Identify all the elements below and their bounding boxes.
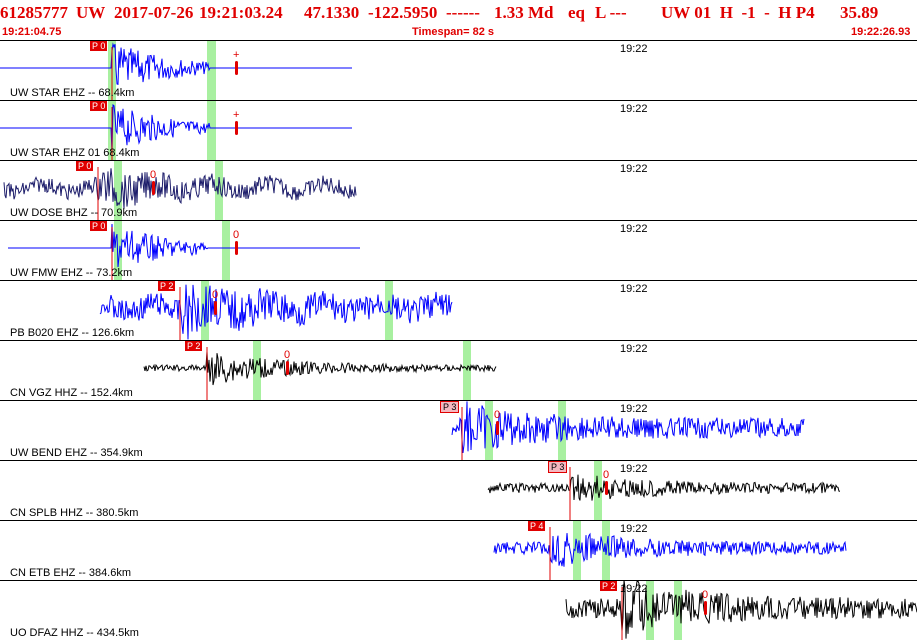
marker-symbol: 0: [603, 469, 609, 481]
channel-label: CN SPLB HHZ -- 380.5km: [10, 507, 139, 519]
event-dashes: ------: [446, 3, 480, 22]
waveform-trace[interactable]: [3, 168, 357, 209]
waveform-trace[interactable]: [99, 284, 453, 340]
coda-window: [558, 401, 566, 460]
waveform-trace[interactable]: [143, 351, 497, 386]
event-lat: 47.1330: [304, 3, 360, 22]
pick-tag[interactable]: P 3: [440, 401, 460, 413]
marker-symbol: 0: [212, 289, 218, 301]
marker-symbol: 0: [150, 169, 156, 181]
amplitude-marker[interactable]: [235, 241, 238, 255]
start-time: 19:21:04.75: [2, 26, 62, 38]
coda-window: [207, 101, 216, 160]
time-label: 19:22: [620, 103, 648, 115]
end-time: 19:22:26.93: [851, 26, 911, 38]
event-date: 2017-07-26: [114, 3, 194, 22]
channel-label: UW BEND EHZ -- 354.9km: [10, 447, 143, 459]
channel-label: UW FMW EHZ -- 73.2km: [10, 267, 133, 279]
channel-label: UW DOSE BHZ -- 70.9km: [10, 207, 138, 219]
trace-panel[interactable]: 0 P 2 19:22 UO DFAZ HHZ -- 434.5km: [0, 580, 917, 640]
trace-panel[interactable]: 0 P 2 19:22 CN VGZ HHZ -- 152.4km: [0, 340, 917, 400]
channel-label: UW STAR EHZ -- 68.4km: [10, 87, 135, 99]
seismogram-panels: + P 0 19:22 UW STAR EHZ -- 68.4km + P 0 19:22…: [0, 40, 917, 640]
marker-symbol: 0: [494, 409, 500, 421]
trace-panel[interactable]: + P 0 19:22 UW STAR EHZ -- 68.4km: [0, 40, 917, 100]
pick-tag[interactable]: P 2: [600, 581, 618, 591]
marker-symbol: 0: [284, 349, 290, 361]
amplitude-marker[interactable]: [605, 481, 608, 495]
amplitude-marker[interactable]: [286, 361, 289, 375]
time-label: 19:22: [620, 283, 648, 295]
time-label: 19:22: [620, 343, 648, 355]
pick-tag[interactable]: P 0: [90, 41, 108, 51]
channel-label: UW STAR EHZ 01 68.4km: [10, 147, 140, 159]
pick-tag[interactable]: P 0: [90, 101, 108, 111]
pick-tag[interactable]: P 2: [185, 341, 203, 351]
event-summary-line: 61285777 UW 2017-07-26 19:21:03.24 47.13…: [0, 0, 917, 26]
time-label: 19:22: [620, 523, 648, 535]
time-label: 19:22: [620, 463, 648, 475]
marker-symbol: 0: [702, 589, 708, 601]
channel-label: PB B020 EHZ -- 126.6km: [10, 327, 135, 339]
event-id: 61285777: [0, 3, 68, 22]
event-lon: -122.5950: [368, 3, 438, 22]
waveform-trace[interactable]: [0, 103, 352, 152]
amplitude-marker[interactable]: [152, 181, 155, 195]
time-label: 19:22: [620, 43, 648, 55]
marker-symbol: +: [233, 49, 239, 61]
time-label: 19:22: [620, 163, 648, 175]
channel-label: UO DFAZ HHZ -- 434.5km: [10, 627, 139, 639]
channel-label: CN VGZ HHZ -- 152.4km: [10, 387, 133, 399]
waveform-trace[interactable]: [0, 42, 352, 85]
trace-panel[interactable]: 0 P 2 19:22 PB B020 EHZ -- 126.6km: [0, 280, 917, 340]
event-time: 19:21:03.24: [199, 3, 283, 22]
event-station-info: UW 01 H -1 - H P4: [661, 3, 815, 22]
trace-panel[interactable]: + P 0 19:22 UW STAR EHZ 01 68.4km: [0, 100, 917, 160]
amplitude-marker[interactable]: [214, 301, 217, 315]
amplitude-marker[interactable]: [235, 121, 238, 135]
waveform-trace[interactable]: [565, 581, 917, 639]
coda-window: [222, 221, 230, 280]
channel-label: CN ETB EHZ -- 384.6km: [10, 567, 132, 579]
pick-tag[interactable]: P 0: [90, 221, 108, 231]
marker-symbol: +: [233, 109, 239, 121]
amplitude-marker[interactable]: [704, 601, 707, 615]
timespan: Timespan= 82 s: [412, 26, 495, 38]
waveform-trace[interactable]: [493, 532, 847, 567]
pick-tag[interactable]: P 3: [548, 461, 568, 473]
event-quality: L ---: [595, 3, 627, 22]
event-network: UW: [76, 3, 106, 22]
event-magnitude: 1.33 Md: [494, 3, 554, 22]
trace-panel[interactable]: 0 P 3 19:22 CN SPLB HHZ -- 380.5km: [0, 460, 917, 520]
amplitude-marker[interactable]: [496, 421, 499, 435]
pick-tag[interactable]: P 2: [158, 281, 176, 291]
time-label: 19:22: [620, 403, 648, 415]
event-header: 61285777 UW 2017-07-26 19:21:03.24 47.13…: [0, 0, 917, 40]
trace-panel[interactable]: P 4 19:22 CN ETB EHZ -- 384.6km: [0, 520, 917, 580]
amplitude-marker[interactable]: [235, 61, 238, 75]
pick-tag[interactable]: P 4: [528, 521, 546, 531]
waveform-trace[interactable]: [8, 223, 360, 268]
pick-tag[interactable]: P 0: [76, 161, 94, 171]
time-label: 19:22: [620, 223, 648, 235]
trace-panel[interactable]: 0 P 0 19:22 UW DOSE BHZ -- 70.9km: [0, 160, 917, 220]
trace-panel[interactable]: 0 P 0 19:22 UW FMW EHZ -- 73.2km: [0, 220, 917, 280]
trace-panel[interactable]: 0 P 3 19:22 UW BEND EHZ -- 354.9km: [0, 400, 917, 460]
time-label: 19:22: [620, 583, 648, 595]
event-depth: 35.89: [840, 3, 879, 22]
event-type: eq: [568, 3, 585, 22]
waveform-trace[interactable]: [487, 474, 841, 501]
coda-window: [207, 41, 216, 100]
marker-symbol: 0: [233, 229, 239, 241]
